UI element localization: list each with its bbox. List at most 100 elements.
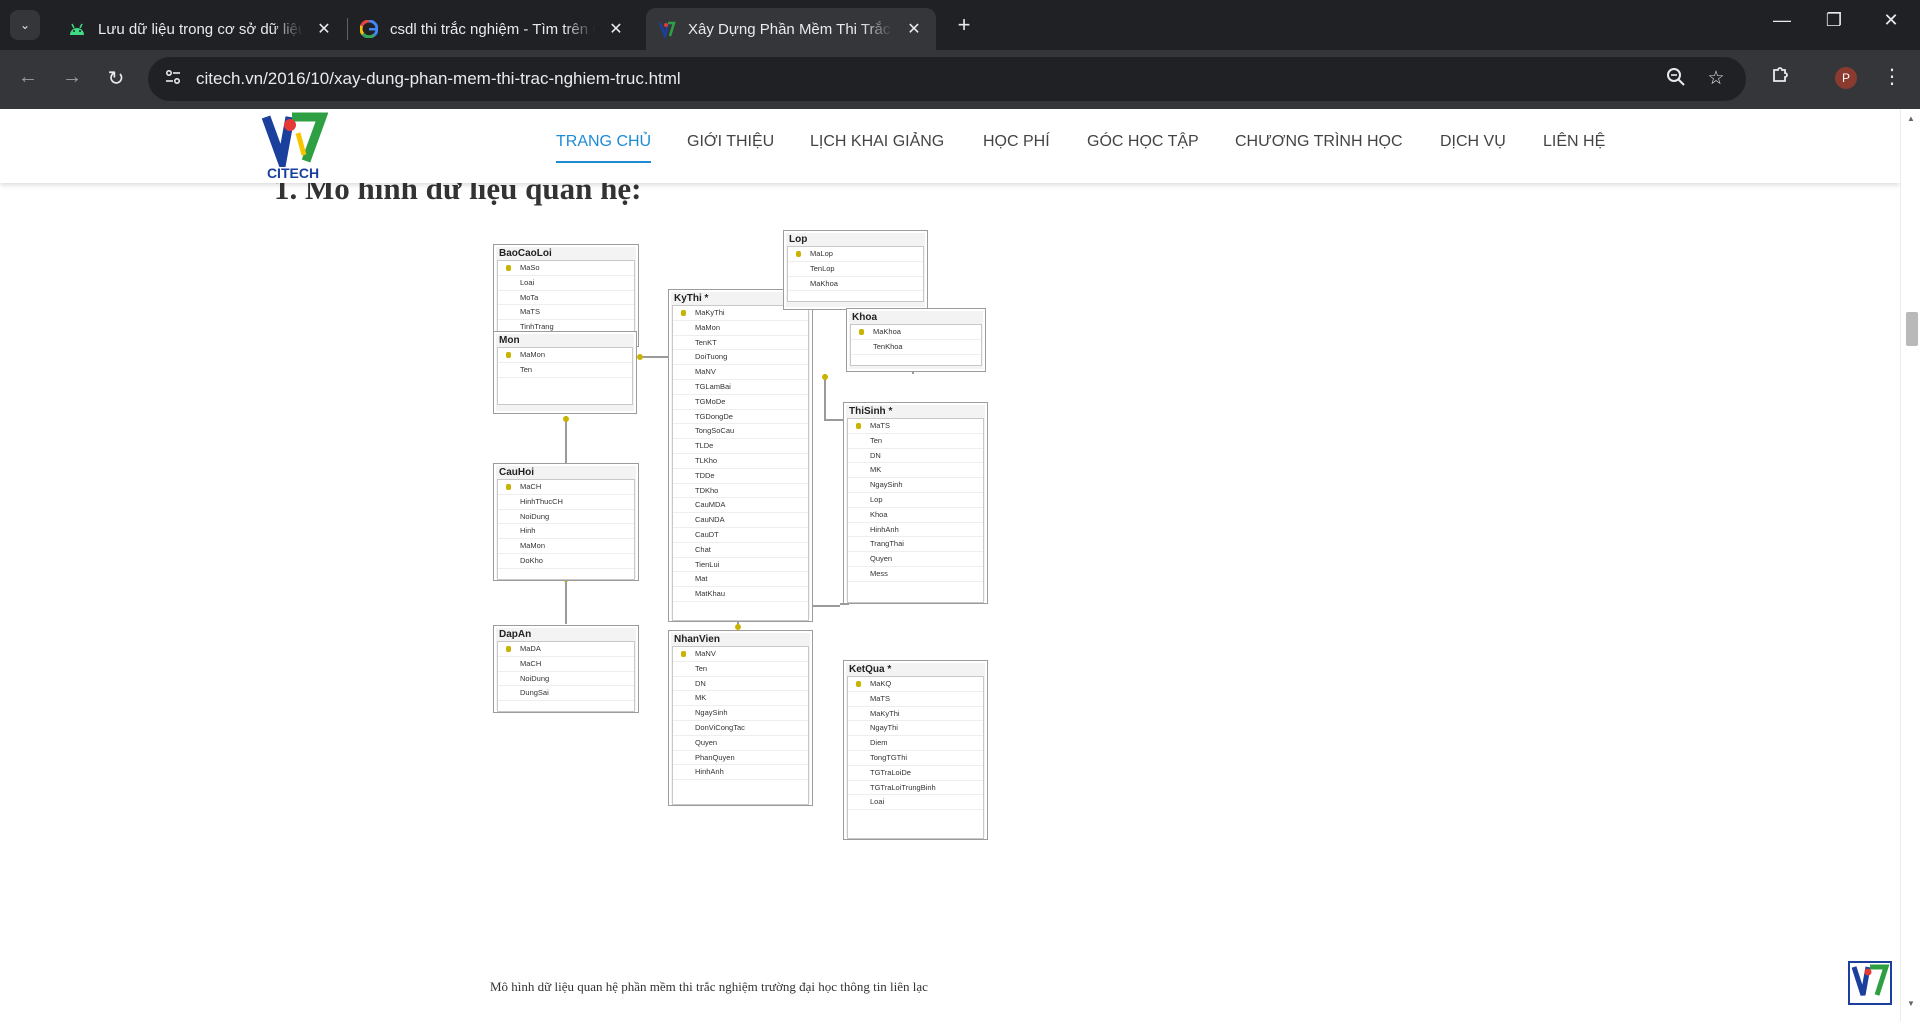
minimize-icon[interactable]: — [1762, 10, 1802, 31]
zoom-icon[interactable] [1664, 67, 1688, 93]
close-tab-icon[interactable]: ✕ [904, 19, 924, 39]
column-pk: MaKhoa [851, 325, 981, 340]
column: TGMoDe [673, 395, 808, 410]
nav-chuong-trinh-hoc[interactable]: CHƯƠNG TRÌNH HỌC [1235, 133, 1403, 151]
column: MaTS [498, 305, 634, 321]
table-name: KetQua * [849, 664, 892, 675]
scroll-down-arrow-icon[interactable]: ▼ [1907, 999, 1915, 1008]
close-tab-icon[interactable]: ✕ [314, 19, 334, 39]
site-info-icon[interactable] [162, 68, 184, 90]
scroll-up-arrow-icon[interactable]: ▲ [1907, 114, 1915, 123]
column-padding [848, 582, 983, 602]
page-scrollbar[interactable]: ▲ ▼ [1900, 109, 1920, 1021]
bookmark-star-icon[interactable]: ☆ [1704, 67, 1728, 90]
nav-dich-vu[interactable]: DỊCH VỤ [1440, 133, 1506, 151]
citech-logo[interactable]: CITECH [258, 111, 329, 181]
column-pk: MaKQ [848, 677, 983, 692]
nav-trang-chu[interactable]: TRANG CHỦ [556, 133, 652, 163]
table-name: BaoCaoLoi [499, 248, 552, 259]
new-tab-plus-icon[interactable]: + [950, 12, 978, 38]
column: TDKho [673, 484, 808, 499]
close-window-icon[interactable]: ✕ [1871, 10, 1911, 31]
browser-tab-strip: ⌄ Lưu dữ liệu trong cơ sở dữ liệu ✕ csdl… [0, 0, 1920, 50]
android-icon [68, 20, 86, 38]
column: TLDe [673, 439, 808, 454]
column: CauMDA [673, 498, 808, 514]
column: DoKho [498, 554, 634, 569]
column: TGTraLoiDe [848, 766, 983, 781]
profile-avatar[interactable]: P [1835, 67, 1857, 89]
column-pk: MaMon [498, 348, 632, 363]
nav-hoc-phi[interactable]: HỌC PHÍ [983, 133, 1050, 151]
column: TLKho [673, 454, 808, 469]
column: HinhAnh [673, 765, 808, 781]
column: Khoa [848, 508, 983, 523]
column: TGLamBai [673, 380, 808, 395]
column: DonViCongTac [673, 721, 808, 736]
table-name: CauHoi [499, 467, 534, 478]
nav-goc-hoc-tap[interactable]: GÓC HỌC TẬP [1087, 133, 1199, 151]
tab-1[interactable]: Lưu dữ liệu trong cơ sở dữ liệu ✕ [56, 8, 346, 50]
scroll-thumb[interactable] [1906, 312, 1918, 346]
column: MaKhoa [788, 277, 923, 292]
column: HinhAnh [848, 523, 983, 538]
web-page: CITECH TRANG CHỦ GIỚI THIỆU LỊCH KHAI GI… [0, 109, 1900, 1021]
nav-lien-he[interactable]: LIÊN HỆ [1543, 133, 1605, 151]
table-nhanvien: NhanVien MaNV Ten DN MK NgaySinh DonViCo… [668, 630, 813, 807]
column: Loai [498, 276, 634, 291]
column-padding [848, 810, 983, 838]
column: Hinh [498, 524, 634, 540]
table-name: Khoa [852, 312, 877, 323]
table-name: DapAn [499, 629, 532, 640]
table-dapan: DapAn MaDA MaCH NoiDung DungSai [493, 625, 639, 714]
column: NoiDung [498, 510, 634, 525]
relational-diagram: BaoCaoLoi MaSo Loai MoTa MaTS TinhTrang … [488, 230, 993, 841]
column: NgaySinh [673, 706, 808, 721]
column-pk: MaCH [498, 480, 634, 495]
extensions-puzzle-icon[interactable] [1767, 64, 1795, 90]
table-name: Mon [499, 335, 520, 346]
forward-arrow-icon[interactable]: → [58, 66, 86, 89]
column: HinhThucCH [498, 495, 634, 510]
url-text[interactable]: citech.vn/2016/10/xay-dung-phan-mem-thi-… [196, 69, 681, 89]
column: Loai [848, 795, 983, 811]
column: NgaySinh [848, 478, 983, 493]
column-pk: MaNV [673, 647, 808, 662]
table-mon: Mon MaMon Ten [493, 331, 637, 414]
column: TenLop [788, 262, 923, 277]
reload-icon[interactable]: ↻ [102, 66, 130, 91]
column: MaKyThi [848, 707, 983, 722]
floating-citech-logo-button[interactable] [1848, 961, 1892, 1005]
column: TongSoCau [673, 424, 808, 440]
column: DN [848, 449, 983, 464]
more-menu-icon[interactable]: ⋮ [1878, 64, 1906, 89]
nav-lich-khai-giang[interactable]: LỊCH KHAI GIẢNG [810, 133, 944, 151]
column: TenKhoa [851, 340, 981, 355]
restore-icon[interactable]: ❐ [1814, 10, 1854, 31]
table-ketqua: KetQua * MaKQ MaTS MaKyThi NgayThi Diem … [843, 660, 988, 841]
column: Mess [848, 567, 983, 582]
address-bar[interactable]: citech.vn/2016/10/xay-dung-phan-mem-thi-… [148, 57, 1746, 101]
back-arrow-icon[interactable]: ← [14, 66, 42, 89]
tab-3-active[interactable]: Xây Dựng Phần Mềm Thi Trắc N ✕ [646, 8, 936, 50]
column: TGDongDe [673, 410, 808, 425]
column: MaTS [848, 692, 983, 707]
column-pk: MaTS [848, 419, 983, 434]
tab-search-button[interactable]: ⌄ [10, 10, 40, 40]
table-kythi: KyThi * MaKyThi MaMon TenKT DoiTuong MaN… [668, 289, 813, 622]
column: TDDe [673, 469, 808, 484]
table-name: ThiSinh * [849, 406, 893, 417]
citech-icon [658, 20, 676, 38]
column: MatKhau [673, 587, 808, 602]
tab-title: csdl thi trắc nghiệm - Tìm trên G [390, 20, 595, 38]
column: Quyen [673, 736, 808, 751]
column: TenKT [673, 336, 808, 351]
column: DungSai [498, 686, 634, 702]
close-tab-icon[interactable]: ✕ [606, 19, 626, 39]
column-padding [498, 569, 634, 579]
column-padding [673, 780, 808, 804]
site-header: CITECH TRANG CHỦ GIỚI THIỆU LỊCH KHAI GI… [0, 109, 1900, 183]
column: DoiTuong [673, 350, 808, 366]
nav-gioi-thieu[interactable]: GIỚI THIỆU [687, 133, 774, 151]
tab-2[interactable]: csdl thi trắc nghiệm - Tìm trên G ✕ [348, 8, 638, 50]
